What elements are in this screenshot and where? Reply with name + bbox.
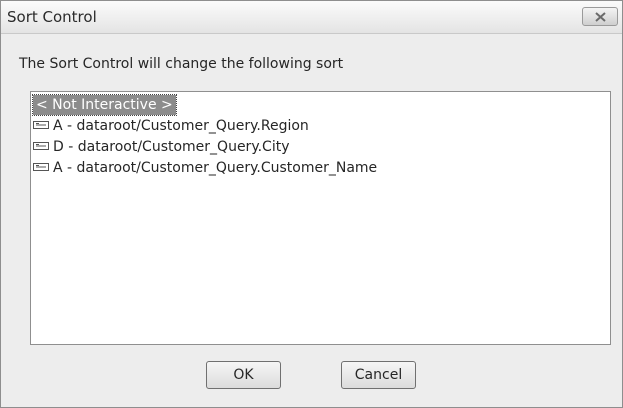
title-bar[interactable]: Sort Control: [1, 1, 622, 34]
list-item[interactable]: D - dataroot/Customer_Query.City: [33, 137, 290, 157]
description-text: The Sort Control will change the followi…: [19, 56, 344, 72]
ok-button[interactable]: OK: [206, 361, 281, 389]
dialog-body: The Sort Control will change the followi…: [1, 34, 622, 407]
sort-list[interactable]: < Not Interactive > A - dataroot/Custome…: [30, 91, 611, 345]
list-item-not-interactive[interactable]: < Not Interactive >: [32, 94, 177, 116]
sort-control-dialog: Sort Control The Sort Control will chang…: [0, 0, 623, 408]
list-item-label: A - dataroot/Customer_Query.Customer_Nam…: [53, 160, 378, 176]
close-button[interactable]: [582, 7, 618, 26]
sort-field-icon: [33, 142, 49, 150]
close-icon: [595, 12, 606, 22]
list-item-label: A - dataroot/Customer_Query.Region: [53, 118, 309, 134]
window-title: Sort Control: [7, 8, 97, 26]
list-item-label: D - dataroot/Customer_Query.City: [53, 139, 290, 155]
list-item[interactable]: A - dataroot/Customer_Query.Region: [33, 116, 309, 136]
cancel-button[interactable]: Cancel: [341, 361, 416, 389]
list-item[interactable]: A - dataroot/Customer_Query.Customer_Nam…: [33, 158, 377, 178]
sort-field-icon: [33, 121, 49, 129]
sort-field-icon: [33, 163, 49, 171]
